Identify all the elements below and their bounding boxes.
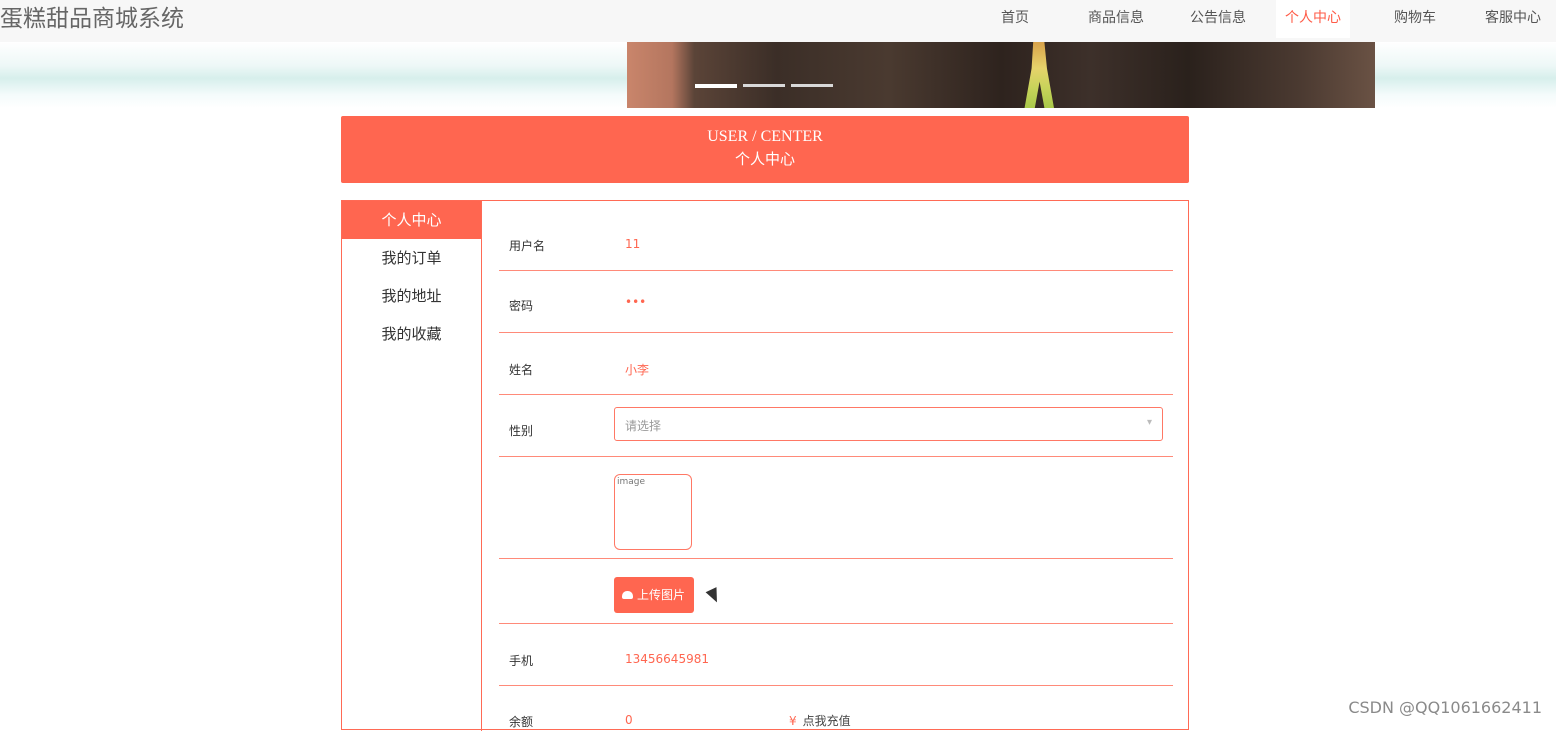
sidebar: 个人中心 我的订单 我的地址 我的收藏 (342, 201, 482, 731)
username-label: 用户名 (509, 237, 545, 254)
recharge-label: 点我充值 (803, 714, 851, 728)
balance-label: 余额 (509, 713, 533, 730)
nav-home[interactable]: 首页 (972, 0, 1058, 38)
yen-icon: ¥ (789, 714, 797, 728)
sidebar-item-user-center[interactable]: 个人中心 (342, 201, 481, 239)
mouse-cursor-icon (706, 587, 723, 605)
phone-label: 手机 (509, 652, 533, 669)
nav-cart[interactable]: 购物车 (1372, 0, 1458, 38)
recharge-button[interactable]: ¥ 点我充值 (789, 712, 851, 729)
upload-button-label: 上传图片 (637, 588, 685, 602)
nav-products[interactable]: 商品信息 (1068, 0, 1164, 38)
header-title-en: USER / CENTER (341, 128, 1189, 146)
main-nav: 首页 商品信息 公告信息 个人中心 购物车 客服中心 (972, 0, 1556, 38)
gender-select-placeholder: 请选择 (625, 417, 661, 434)
form-row-name: 姓名 小李 (499, 333, 1173, 395)
user-center-panel: 个人中心 我的订单 我的地址 我的收藏 用户名 11 密码 ••• 姓名 小李 … (341, 200, 1189, 730)
name-label: 姓名 (509, 361, 533, 378)
carousel-indicators (695, 84, 833, 88)
broken-image-alt: image (617, 477, 645, 487)
nav-customer-service[interactable]: 客服中心 (1470, 0, 1556, 38)
banner-figure (1022, 42, 1054, 108)
nav-announcements[interactable]: 公告信息 (1170, 0, 1266, 38)
avatar-image-preview: image (614, 474, 692, 550)
password-field[interactable]: ••• (625, 295, 646, 309)
form-row-password: 密码 ••• (499, 271, 1173, 333)
chevron-down-icon: ▾ (1147, 417, 1152, 428)
phone-field[interactable]: 13456645981 (625, 652, 709, 666)
gender-select[interactable]: 请选择 ▾ (614, 407, 1163, 441)
carousel-dot[interactable] (743, 84, 785, 87)
upload-image-button[interactable]: 上传图片 (614, 577, 694, 613)
profile-form: 用户名 11 密码 ••• 姓名 小李 性别 请选择 ▾ image 上传图片 (499, 201, 1173, 746)
banner-carousel (0, 42, 1556, 108)
form-row-balance: 余额 0 ¥点我充值 (499, 686, 1173, 746)
banner-image (627, 42, 1375, 108)
cloud-upload-icon (622, 591, 633, 599)
sidebar-item-orders[interactable]: 我的订单 (342, 239, 481, 277)
user-center-header: USER / CENTER 个人中心 (341, 116, 1189, 183)
username-field[interactable]: 11 (625, 237, 640, 251)
nav-user-center[interactable]: 个人中心 (1276, 0, 1350, 38)
carousel-dot[interactable] (695, 84, 737, 88)
carousel-dot[interactable] (791, 84, 833, 87)
password-label: 密码 (509, 297, 533, 314)
form-row-username: 用户名 11 (499, 201, 1173, 271)
header-title-cn: 个人中心 (341, 148, 1189, 169)
name-field[interactable]: 小李 (625, 361, 649, 378)
form-row-gender: 性别 请选择 ▾ (499, 395, 1173, 457)
site-title: 蛋糕甜品商城系统 (0, 4, 184, 34)
top-navbar: 蛋糕甜品商城系统 首页 商品信息 公告信息 个人中心 购物车 客服中心 (0, 0, 1556, 42)
sidebar-item-addresses[interactable]: 我的地址 (342, 277, 481, 315)
form-row-image: image (499, 457, 1173, 559)
form-row-phone: 手机 13456645981 (499, 624, 1173, 686)
sidebar-item-favorites[interactable]: 我的收藏 (342, 315, 481, 353)
form-row-upload: 上传图片 (499, 559, 1173, 624)
gender-label: 性别 (509, 422, 533, 439)
watermark: CSDN @QQ1061662411 (1348, 698, 1542, 717)
